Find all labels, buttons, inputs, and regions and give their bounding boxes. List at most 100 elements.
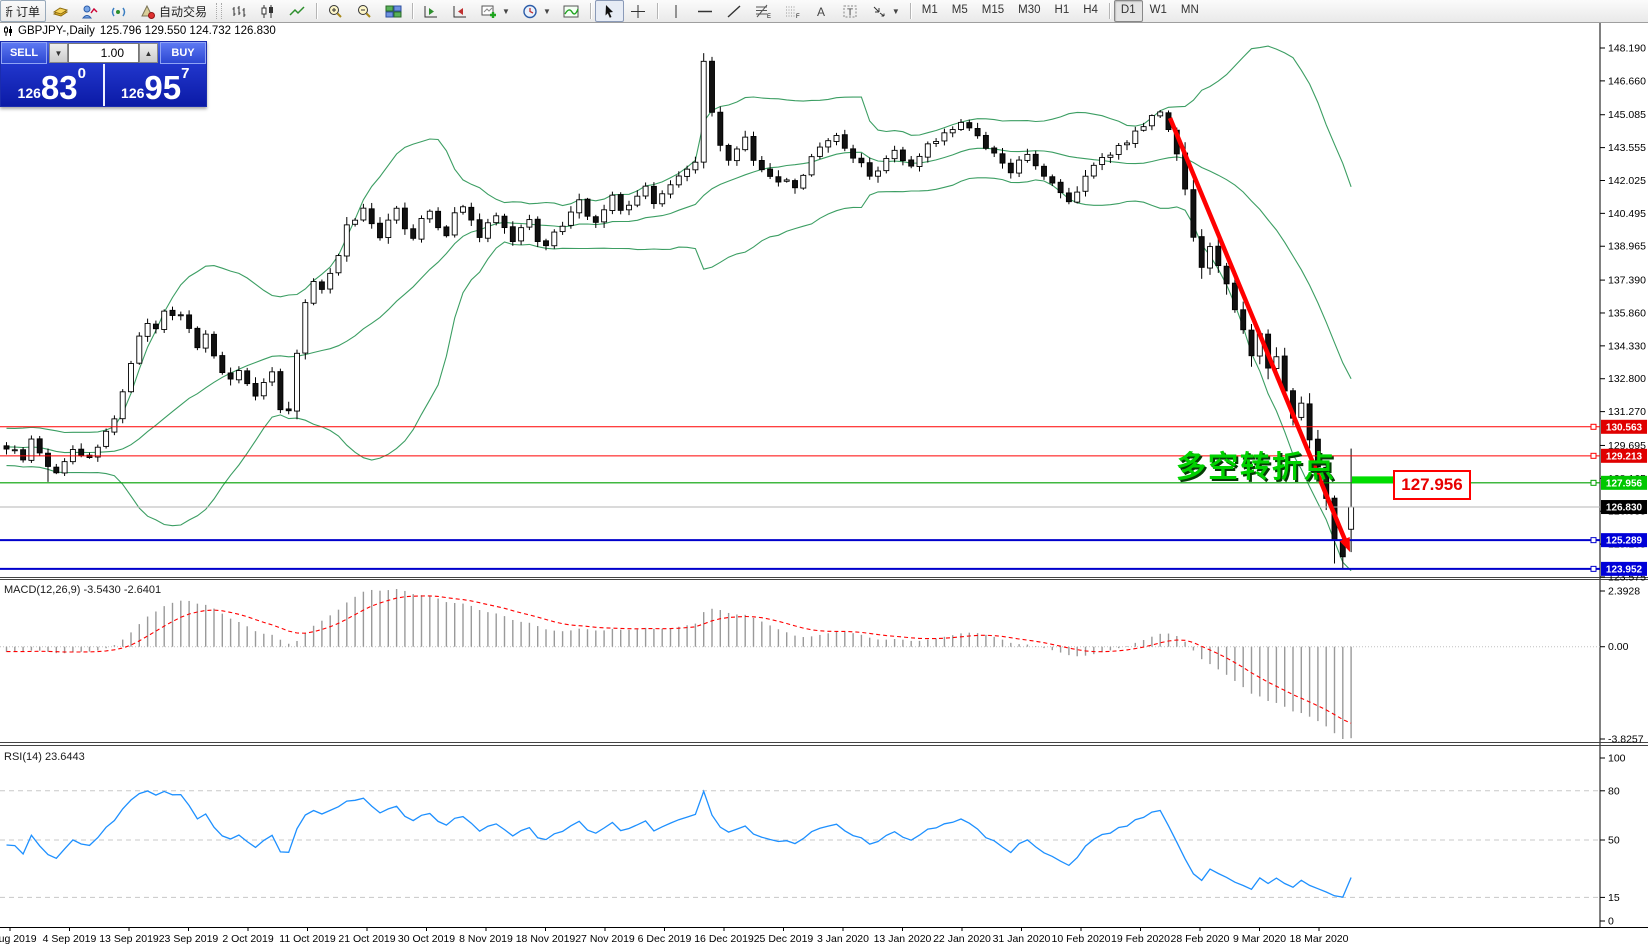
shapes-button[interactable]: ▼ bbox=[865, 0, 906, 22]
svg-text:123.952: 123.952 bbox=[1606, 564, 1643, 575]
sell-button[interactable]: SELL bbox=[1, 42, 47, 64]
rsi-pane: 1008050150 bbox=[0, 753, 1626, 928]
tab-timeframe-h4[interactable]: H4 bbox=[1076, 0, 1105, 22]
step-forward-button[interactable] bbox=[417, 0, 446, 22]
volume-up-button[interactable]: ▲ bbox=[139, 43, 158, 63]
svg-text:138.965: 138.965 bbox=[1608, 241, 1646, 253]
macd-label: MACD(12,26,9) bbox=[4, 584, 80, 596]
buy-price-sup: 7 bbox=[181, 65, 189, 82]
text-button[interactable]: A bbox=[807, 0, 836, 22]
svg-text:15: 15 bbox=[1608, 892, 1620, 904]
toolbar-separator bbox=[316, 3, 317, 19]
tab-timeframe-m30[interactable]: M30 bbox=[1011, 0, 1047, 22]
indicators-icon bbox=[563, 4, 580, 19]
crosshair-button[interactable] bbox=[624, 0, 653, 22]
chart-title-bar: GBPJPY-,Daily 125.796 129.550 124.732 12… bbox=[3, 25, 276, 37]
line-chart-button[interactable] bbox=[283, 0, 312, 22]
line-chart-icon bbox=[289, 4, 306, 19]
svg-text:30 Oct 2019: 30 Oct 2019 bbox=[398, 933, 455, 945]
toolbar-separator bbox=[910, 3, 911, 19]
trendline-icon bbox=[726, 4, 743, 19]
sell-price-sup: 0 bbox=[78, 65, 86, 82]
dropdown-caret: ▼ bbox=[543, 7, 551, 16]
buy-button[interactable]: BUY bbox=[160, 42, 206, 64]
buy-price[interactable]: 126 95 7 bbox=[105, 64, 207, 106]
dropdown-caret: ▼ bbox=[502, 7, 510, 16]
svg-text:137.390: 137.390 bbox=[1608, 275, 1646, 287]
svg-text:-3.8257: -3.8257 bbox=[1608, 734, 1644, 746]
dropdown-caret: ▼ bbox=[892, 7, 900, 16]
tab-timeframe-m15[interactable]: M15 bbox=[975, 0, 1011, 22]
vertical-line-icon bbox=[668, 4, 685, 19]
svg-text:145.085: 145.085 bbox=[1608, 109, 1646, 121]
shapes-icon bbox=[871, 4, 888, 19]
rsi-label-line: RSI(14) 23.6443 bbox=[4, 751, 85, 763]
candlestick-chart-button[interactable] bbox=[254, 0, 283, 22]
cursor-icon bbox=[601, 4, 618, 19]
time-axis: 5 Aug 20194 Sep 201913 Sep 201923 Sep 20… bbox=[0, 928, 1349, 945]
indicators-button[interactable] bbox=[557, 0, 586, 22]
person-chart-icon bbox=[81, 4, 98, 19]
svg-text:100: 100 bbox=[1608, 753, 1626, 765]
vertical-line-button[interactable] bbox=[662, 0, 691, 22]
new-chart-icon bbox=[481, 4, 498, 19]
tab-timeframe-m5[interactable]: M5 bbox=[945, 0, 975, 22]
tab-timeframe-w1[interactable]: W1 bbox=[1143, 0, 1174, 22]
zoom-in-icon bbox=[327, 4, 344, 19]
zoom-in-button[interactable] bbox=[321, 0, 350, 22]
svg-text:134.330: 134.330 bbox=[1608, 340, 1646, 352]
svg-text:0: 0 bbox=[1608, 916, 1614, 928]
turning-point-annotation: 多空转折点 bbox=[1176, 442, 1336, 486]
period-button[interactable]: ▼ bbox=[516, 0, 557, 22]
grid-button[interactable]: F bbox=[778, 0, 807, 22]
svg-text:16 Dec 2019: 16 Dec 2019 bbox=[694, 933, 754, 945]
zoom-out-button[interactable] bbox=[350, 0, 379, 22]
sell-price-big: 83 bbox=[41, 73, 78, 103]
svg-text:25 Dec 2019: 25 Dec 2019 bbox=[754, 933, 814, 945]
new-order-button[interactable]: 新 订单 bbox=[0, 0, 46, 22]
bar-chart-button[interactable] bbox=[225, 0, 254, 22]
tab-timeframe-mn[interactable]: MN bbox=[1174, 0, 1206, 22]
text-label-icon: T bbox=[842, 4, 859, 19]
history-center-button[interactable] bbox=[46, 0, 75, 22]
market-watch-button[interactable] bbox=[75, 0, 104, 22]
svg-text:10 Feb 2020: 10 Feb 2020 bbox=[1052, 933, 1111, 945]
top-toolbar: 新 订单 自动交易 ▼ ▼ bbox=[0, 0, 1648, 23]
chart-step-icon bbox=[452, 4, 469, 19]
tile-windows-button[interactable] bbox=[379, 0, 408, 22]
news-button[interactable] bbox=[104, 0, 133, 22]
new-chart-button[interactable]: ▼ bbox=[475, 0, 516, 22]
svg-text:22 Jan 2020: 22 Jan 2020 bbox=[933, 933, 991, 945]
svg-text:142.025: 142.025 bbox=[1608, 175, 1646, 187]
auto-trading-label: 自动交易 bbox=[159, 3, 207, 20]
cursor-button[interactable] bbox=[595, 0, 624, 22]
step-back-button[interactable] bbox=[446, 0, 475, 22]
svg-text:A: A bbox=[817, 5, 825, 19]
auto-trading-button[interactable]: 自动交易 bbox=[133, 0, 213, 22]
tab-timeframe-d1[interactable]: D1 bbox=[1114, 0, 1143, 22]
svg-text:126.830: 126.830 bbox=[1606, 503, 1643, 514]
new-order-label: 订单 bbox=[16, 3, 40, 20]
toolbar-separator bbox=[1109, 3, 1110, 19]
fibonacci-button[interactable]: E bbox=[749, 0, 778, 22]
svg-text:27 Nov 2019: 27 Nov 2019 bbox=[575, 933, 635, 945]
svg-text:13 Sep 2019: 13 Sep 2019 bbox=[99, 933, 159, 945]
svg-text:9 Mar 2020: 9 Mar 2020 bbox=[1233, 933, 1286, 945]
volume-input[interactable]: 1.00 bbox=[68, 43, 139, 63]
tab-timeframe-h1[interactable]: H1 bbox=[1048, 0, 1077, 22]
svg-text:E: E bbox=[767, 14, 771, 19]
svg-text:129.213: 129.213 bbox=[1606, 451, 1643, 462]
candlesticks bbox=[4, 53, 1354, 569]
price-callout-box[interactable]: 127.956 bbox=[1393, 470, 1471, 500]
horizontal-line-button[interactable] bbox=[691, 0, 720, 22]
svg-text:28 Feb 2020: 28 Feb 2020 bbox=[1171, 933, 1230, 945]
svg-text:2 Oct 2019: 2 Oct 2019 bbox=[222, 933, 274, 945]
buy-price-big: 95 bbox=[144, 73, 181, 103]
tab-timeframe-m1[interactable]: M1 bbox=[915, 0, 945, 22]
volume-down-button[interactable]: ▼ bbox=[49, 43, 68, 63]
sell-price[interactable]: 126 83 0 bbox=[1, 64, 105, 106]
trendline-button[interactable] bbox=[720, 0, 749, 22]
label-button[interactable]: T bbox=[836, 0, 865, 22]
rsi-value: 23.6443 bbox=[45, 751, 85, 763]
chart-title: GBPJPY-,Daily bbox=[18, 25, 95, 37]
